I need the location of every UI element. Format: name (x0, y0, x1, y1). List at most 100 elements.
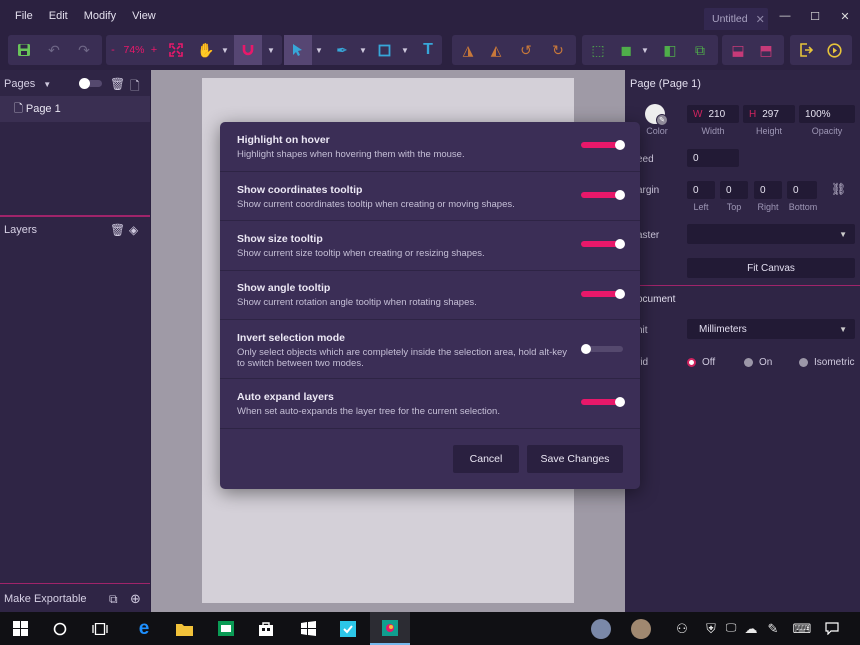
pointer-tool-icon[interactable] (284, 35, 312, 65)
gravit-designer-icon[interactable] (370, 612, 410, 645)
menu-view[interactable]: View (124, 0, 164, 32)
setting-description: Highlight shapes when hovering them with… (237, 149, 465, 160)
export-icon[interactable] (794, 35, 818, 65)
make-exportable-row[interactable]: Make Exportable ⧉ ⊕ (0, 586, 150, 612)
network-icon[interactable]: 🖵 (722, 612, 740, 645)
hand-tool-dropdown-icon[interactable]: ▼ (220, 35, 230, 65)
bring-forward-icon[interactable]: ⬓ (726, 35, 750, 65)
pages-toggle[interactable] (79, 78, 102, 89)
invert-selection-toggle[interactable] (581, 344, 623, 354)
unit-select[interactable]: Millimeters ▼ (687, 319, 855, 339)
align-icon[interactable]: ◧ (658, 35, 682, 65)
windows-app-icon[interactable] (288, 612, 328, 645)
margin-top-field[interactable]: 0 (720, 181, 748, 199)
margin-top-value: 0 (726, 184, 732, 196)
color-swatch[interactable]: ✎ (645, 104, 668, 126)
cancel-button[interactable]: Cancel (453, 445, 519, 473)
add-page-icon[interactable]: 🗋 (130, 77, 140, 98)
export-tools-group (790, 35, 852, 65)
distribute-icon[interactable]: ⧉ (688, 35, 712, 65)
menu-file[interactable]: File (0, 0, 41, 32)
fit-screen-icon[interactable] (164, 35, 188, 65)
bleed-field[interactable]: 0 (687, 149, 739, 167)
redo-icon[interactable]: ↷ (72, 35, 96, 65)
undo-icon[interactable]: ↶ (42, 35, 66, 65)
pointer-dropdown-icon[interactable]: ▼ (314, 35, 324, 65)
width-field[interactable]: W 210 (687, 105, 739, 123)
page-list-item[interactable]: 🗋 Page 1 (0, 96, 150, 122)
maximize-button[interactable]: ☐ (800, 0, 830, 32)
grid-isometric-radio[interactable]: Isometric (799, 357, 855, 368)
group-icon[interactable]: ⬚ (586, 35, 610, 65)
add-layer-icon[interactable]: ◈ (129, 223, 138, 237)
save-icon[interactable] (12, 35, 36, 65)
start-windows-icon[interactable] (0, 612, 40, 645)
opacity-value: 100% (805, 108, 831, 120)
text-tool-icon[interactable]: T (416, 35, 440, 65)
setting-size-tooltip: Show size tooltip Show current size tool… (220, 221, 640, 271)
rotate-left-icon[interactable]: ↺ (514, 35, 538, 65)
preview-play-icon[interactable] (822, 35, 846, 65)
height-field[interactable]: H 297 (743, 105, 795, 123)
notifications-icon[interactable] (822, 612, 842, 645)
document-tab[interactable]: Untitled ✕ (704, 8, 768, 30)
zoom-level[interactable]: 74% (119, 35, 149, 65)
shape-dropdown-icon[interactable]: ▼ (400, 35, 410, 65)
rotate-right-icon[interactable]: ↻ (546, 35, 570, 65)
margin-bottom-field[interactable]: 0 (787, 181, 817, 199)
menu-modify[interactable]: Modify (76, 0, 124, 32)
rectangle-tool-icon[interactable] (372, 35, 396, 65)
onedrive-cloud-icon[interactable]: ☁ (742, 612, 760, 645)
link-margins-icon[interactable]: ⛓ (831, 182, 846, 196)
auto-expand-toggle[interactable] (581, 397, 625, 407)
flip-horizontal-icon[interactable]: ◮ (456, 35, 480, 65)
menu-edit[interactable]: Edit (41, 0, 76, 32)
magnet-snap-icon[interactable] (234, 35, 262, 65)
zoom-in-button[interactable]: + (147, 35, 161, 65)
edge-browser-icon[interactable]: e (124, 612, 164, 645)
delete-layer-icon[interactable]: 🗑 (110, 223, 125, 237)
hand-tool-icon[interactable]: ✋ (194, 35, 218, 65)
keyboard-icon[interactable]: ⌨ (790, 612, 814, 645)
highlight-hover-toggle[interactable] (581, 140, 625, 150)
grid-off-radio[interactable]: Off (687, 357, 715, 368)
size-tooltip-toggle[interactable] (581, 239, 625, 249)
zoom-out-button[interactable]: - (106, 35, 120, 65)
minimize-button[interactable]: — (770, 0, 800, 32)
pen-dropdown-icon[interactable]: ▼ (358, 35, 368, 65)
margin-right-field[interactable]: 0 (754, 181, 782, 199)
close-window-button[interactable]: ✕ (830, 0, 860, 32)
security-shield-icon[interactable]: ⛨ (702, 612, 720, 645)
app-tile-icon[interactable] (328, 612, 368, 645)
user-avatar-icon[interactable] (590, 612, 612, 645)
export-slice-icon[interactable]: ⧉ (109, 592, 118, 607)
store-app-icon[interactable] (206, 612, 246, 645)
search-circle-icon[interactable] (40, 612, 80, 645)
send-backward-icon[interactable]: ⬒ (754, 35, 778, 65)
coordinates-tooltip-toggle[interactable] (581, 190, 625, 200)
margin-left-field[interactable]: 0 (687, 181, 715, 199)
contact-avatar-icon[interactable] (630, 612, 652, 645)
angle-tooltip-toggle[interactable] (581, 289, 625, 299)
pen-tool-icon[interactable]: ✒ (330, 35, 354, 65)
close-tab-icon[interactable]: ✕ (756, 13, 765, 26)
save-changes-button[interactable]: Save Changes (527, 445, 623, 473)
file-explorer-icon[interactable] (164, 612, 204, 645)
pages-dropdown-icon[interactable]: ▼ (43, 80, 51, 89)
snap-dropdown-icon[interactable]: ▼ (266, 35, 276, 65)
delete-page-icon[interactable]: 🗑 (110, 77, 125, 91)
fit-canvas-button[interactable]: Fit Canvas (687, 258, 855, 278)
add-export-icon[interactable]: ⊕ (130, 591, 141, 607)
eyedropper-icon[interactable]: ✎ (656, 114, 668, 126)
task-view-icon[interactable] (80, 612, 120, 645)
people-icon[interactable]: ⚇ (672, 612, 692, 645)
opacity-field[interactable]: 100% (799, 105, 855, 123)
boolean-union-icon[interactable]: ◼ (614, 35, 638, 65)
pen-ink-icon[interactable]: ✎ (764, 612, 782, 645)
master-select[interactable]: ▼ (687, 224, 855, 244)
flip-vertical-icon[interactable]: ◭ (484, 35, 508, 65)
grid-on-radio[interactable]: On (744, 357, 772, 368)
microsoft-store-icon[interactable] (246, 612, 286, 645)
boolean-dropdown-icon[interactable]: ▼ (640, 35, 650, 65)
radio-icon (744, 358, 753, 367)
